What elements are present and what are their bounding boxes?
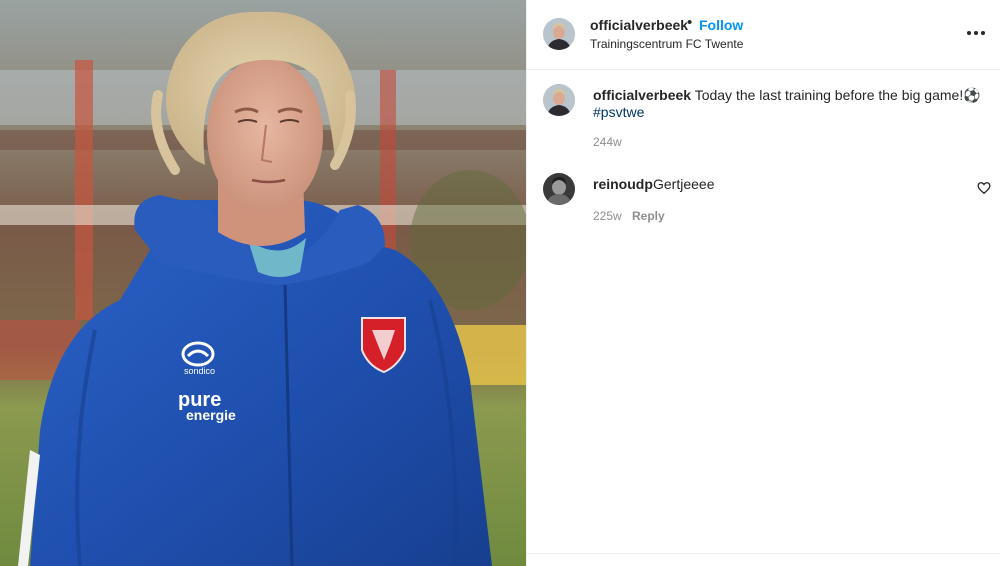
more-dot [967,31,971,35]
comment-username[interactable]: reinoudp [593,176,653,192]
caption-author-avatar[interactable] [543,84,575,116]
caption-hashtag[interactable]: #psvtwe [593,104,644,120]
post-side-panel: officialverbeek • Follow Trainingscentru… [526,0,1000,566]
jacket-sponsor-line2: energie [186,407,236,423]
post-location[interactable]: Trainingscentrum FC Twente [590,37,743,51]
post-photo[interactable]: sondico pure energie [0,0,526,566]
author-avatar[interactable] [543,18,575,50]
comment-item: reinoudp Gertjeeee 225w Reply [527,172,1000,232]
heart-outline-icon[interactable] [977,181,991,195]
more-dot [974,31,978,35]
jacket-logo-text: sondico [184,366,215,376]
follow-button[interactable]: Follow [699,17,743,33]
reply-button[interactable]: Reply [632,209,665,223]
caption-timestamp: 244w [593,135,622,149]
panel-divider [527,553,1000,554]
caption-username[interactable]: officialverbeek [593,87,691,103]
more-options-icon[interactable] [965,26,987,40]
photo-illustration: sondico pure energie [0,0,526,566]
more-dot [981,31,985,35]
author-username[interactable]: officialverbeek [590,17,688,33]
comment-text: Gertjeeee [653,176,715,192]
comment-timestamp: 225w [593,209,622,223]
commenter-avatar[interactable] [543,173,575,205]
instagram-post-view: sondico pure energie officialverbeek • F… [0,0,1000,566]
post-caption: officialverbeek Today the last training … [527,82,1000,152]
commenter-avatar-image [543,173,575,205]
author-avatar-image [543,18,575,50]
caption-body: officialverbeek Today the last training … [593,86,983,104]
post-header: officialverbeek • Follow Trainingscentru… [527,0,1000,70]
caption-text: Today the last training before the big g… [694,87,981,103]
header-separator: • [687,14,693,31]
caption-author-avatar-image [543,84,575,116]
